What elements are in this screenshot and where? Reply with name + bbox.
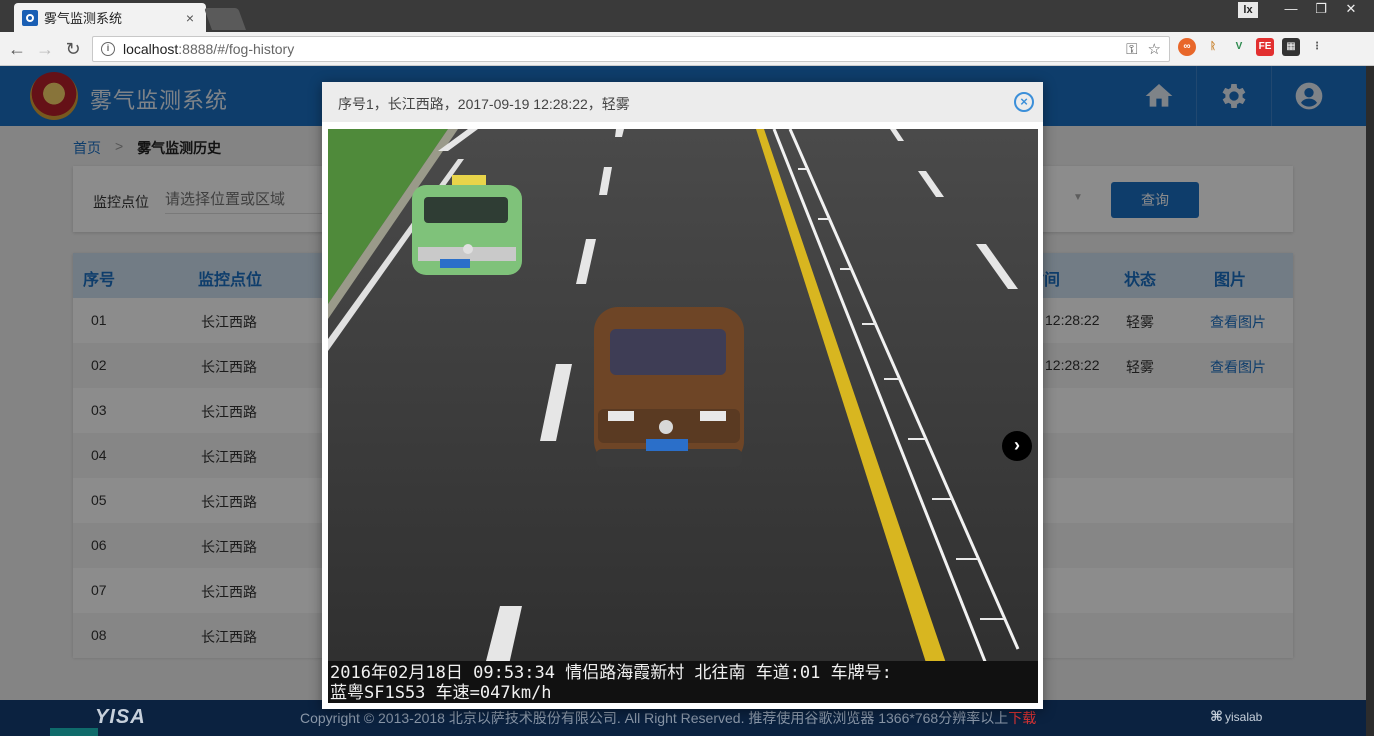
traffic-photo: › 2016年02月18日 09:53:34 情侣路海霞新村 北往南 车道:01… [328,129,1038,703]
forward-icon[interactable]: → [34,38,56,60]
tab-title: 雾气监测系统 [44,11,123,26]
footer-logo: YISA [95,706,146,728]
url-field[interactable]: i localhost:8888/#/fog-history ⚿ ☆ [92,36,1170,62]
scrollbar[interactable] [1366,66,1374,736]
download-link[interactable]: 下载 [1008,710,1036,726]
info-icon[interactable]: i [101,42,115,56]
taskbar-indicator [50,728,98,736]
caption-line-2: 蓝粤SF1S53 车速=047km/h [330,683,552,703]
tab-close-icon[interactable]: × [182,10,198,26]
profile-badge[interactable]: lx [1238,2,1258,18]
modal-header: 序号1，长江西路，2017-09-19 12:28:22，轻雾 × [322,82,1043,122]
footer-brand: ⌘ yisalab [1210,708,1263,724]
url-text: localhost:8888/#/fog-history [123,41,295,57]
extension-vue-icon[interactable]: V [1230,38,1248,56]
browser-menu-icon[interactable]: ⋮ [1308,38,1326,56]
window-controls: — ❐ ✕ [1276,0,1366,20]
extension-qr-icon[interactable]: ▦ [1282,38,1300,56]
extension-feather-icon[interactable]: ᚱ [1204,38,1222,56]
extension-infinity-icon[interactable]: ∞ [1178,38,1196,56]
extension-fe-icon[interactable]: FE [1256,38,1274,56]
image-preview-modal: 序号1，长江西路，2017-09-19 12:28:22，轻雾 × › 2016… [322,82,1043,709]
new-tab-button[interactable] [203,8,247,30]
close-icon[interactable]: × [1014,92,1034,112]
modal-title: 序号1，长江西路，2017-09-19 12:28:22，轻雾 [338,96,630,112]
key-icon[interactable]: ⚿ [1126,41,1137,58]
traffic-photo-graphic [328,129,1038,703]
yisalab-icon: ⌘ [1210,708,1223,724]
address-bar: ← → ↻ i localhost:8888/#/fog-history ⚿ ☆… [0,32,1374,66]
footer-copyright: Copyright © 2013-2018 北京以萨技术股份有限公司. All … [300,710,1037,726]
caption-line-1: 2016年02月18日 09:53:34 情侣路海霞新村 北往南 车道:01 车… [330,663,892,683]
reload-icon[interactable]: ↻ [62,38,84,60]
bookmark-star-icon[interactable]: ☆ [1148,40,1161,58]
browser-tabbar: 雾气监测系统 × lx — ❐ ✕ [0,0,1374,32]
extension-icons: ∞ ᚱ V FE ▦ ⋮ [1178,38,1326,56]
close-window-icon[interactable]: ✕ [1336,0,1366,20]
favicon-icon [22,9,38,26]
restore-icon[interactable]: ❐ [1306,0,1336,20]
back-icon[interactable]: ← [6,38,28,60]
minimize-icon[interactable]: — [1276,0,1306,20]
photo-caption: 2016年02月18日 09:53:34 情侣路海霞新村 北往南 车道:01 车… [328,661,1038,703]
browser-tab[interactable]: 雾气监测系统 × [14,3,206,32]
next-image-button[interactable]: › [1002,431,1032,461]
